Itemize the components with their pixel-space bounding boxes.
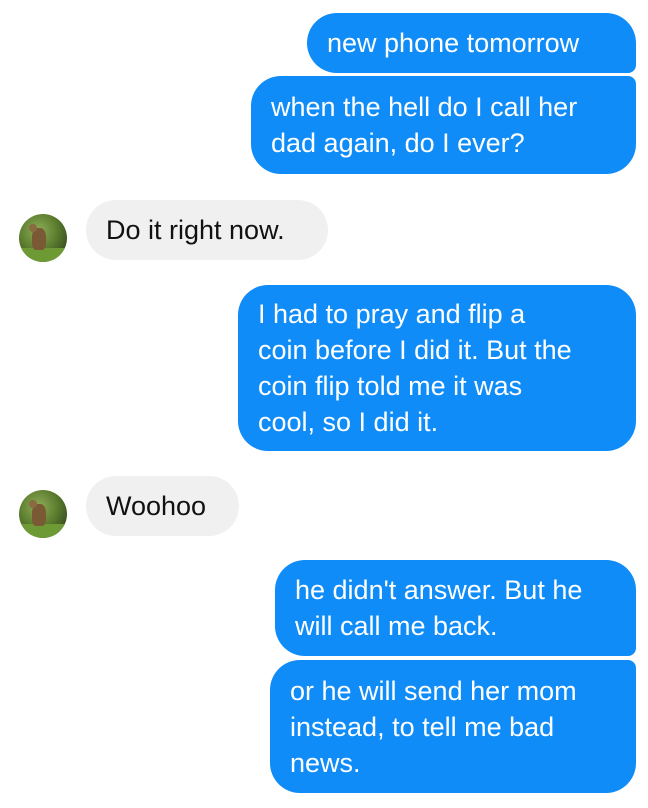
sent-message-bubble[interactable]: when the hell do I call her dad again, d… bbox=[251, 76, 636, 174]
contact-avatar[interactable] bbox=[19, 490, 67, 538]
sent-message-bubble[interactable]: or he will send her mom instead, to tell… bbox=[270, 660, 636, 793]
sent-message-bubble[interactable]: he didn't answer. But he will call me ba… bbox=[275, 560, 636, 656]
message-text: he didn't answer. But he will call me ba… bbox=[295, 575, 583, 641]
message-text: I had to pray and flip a coin before I d… bbox=[258, 299, 572, 437]
message-text: Do it right now. bbox=[106, 215, 285, 245]
received-message-bubble[interactable]: Do it right now. bbox=[86, 200, 328, 260]
message-text: when the hell do I call her dad again, d… bbox=[271, 92, 578, 158]
message-text: or he will send her mom instead, to tell… bbox=[290, 675, 577, 778]
message-text: new phone tomorrow bbox=[327, 28, 580, 58]
sent-message-bubble[interactable]: new phone tomorrow bbox=[307, 13, 636, 73]
message-text: Woohoo bbox=[106, 491, 207, 521]
sent-message-bubble[interactable]: I had to pray and flip a coin before I d… bbox=[238, 285, 636, 451]
contact-avatar[interactable] bbox=[19, 214, 67, 262]
received-message-bubble[interactable]: Woohoo bbox=[86, 476, 239, 536]
